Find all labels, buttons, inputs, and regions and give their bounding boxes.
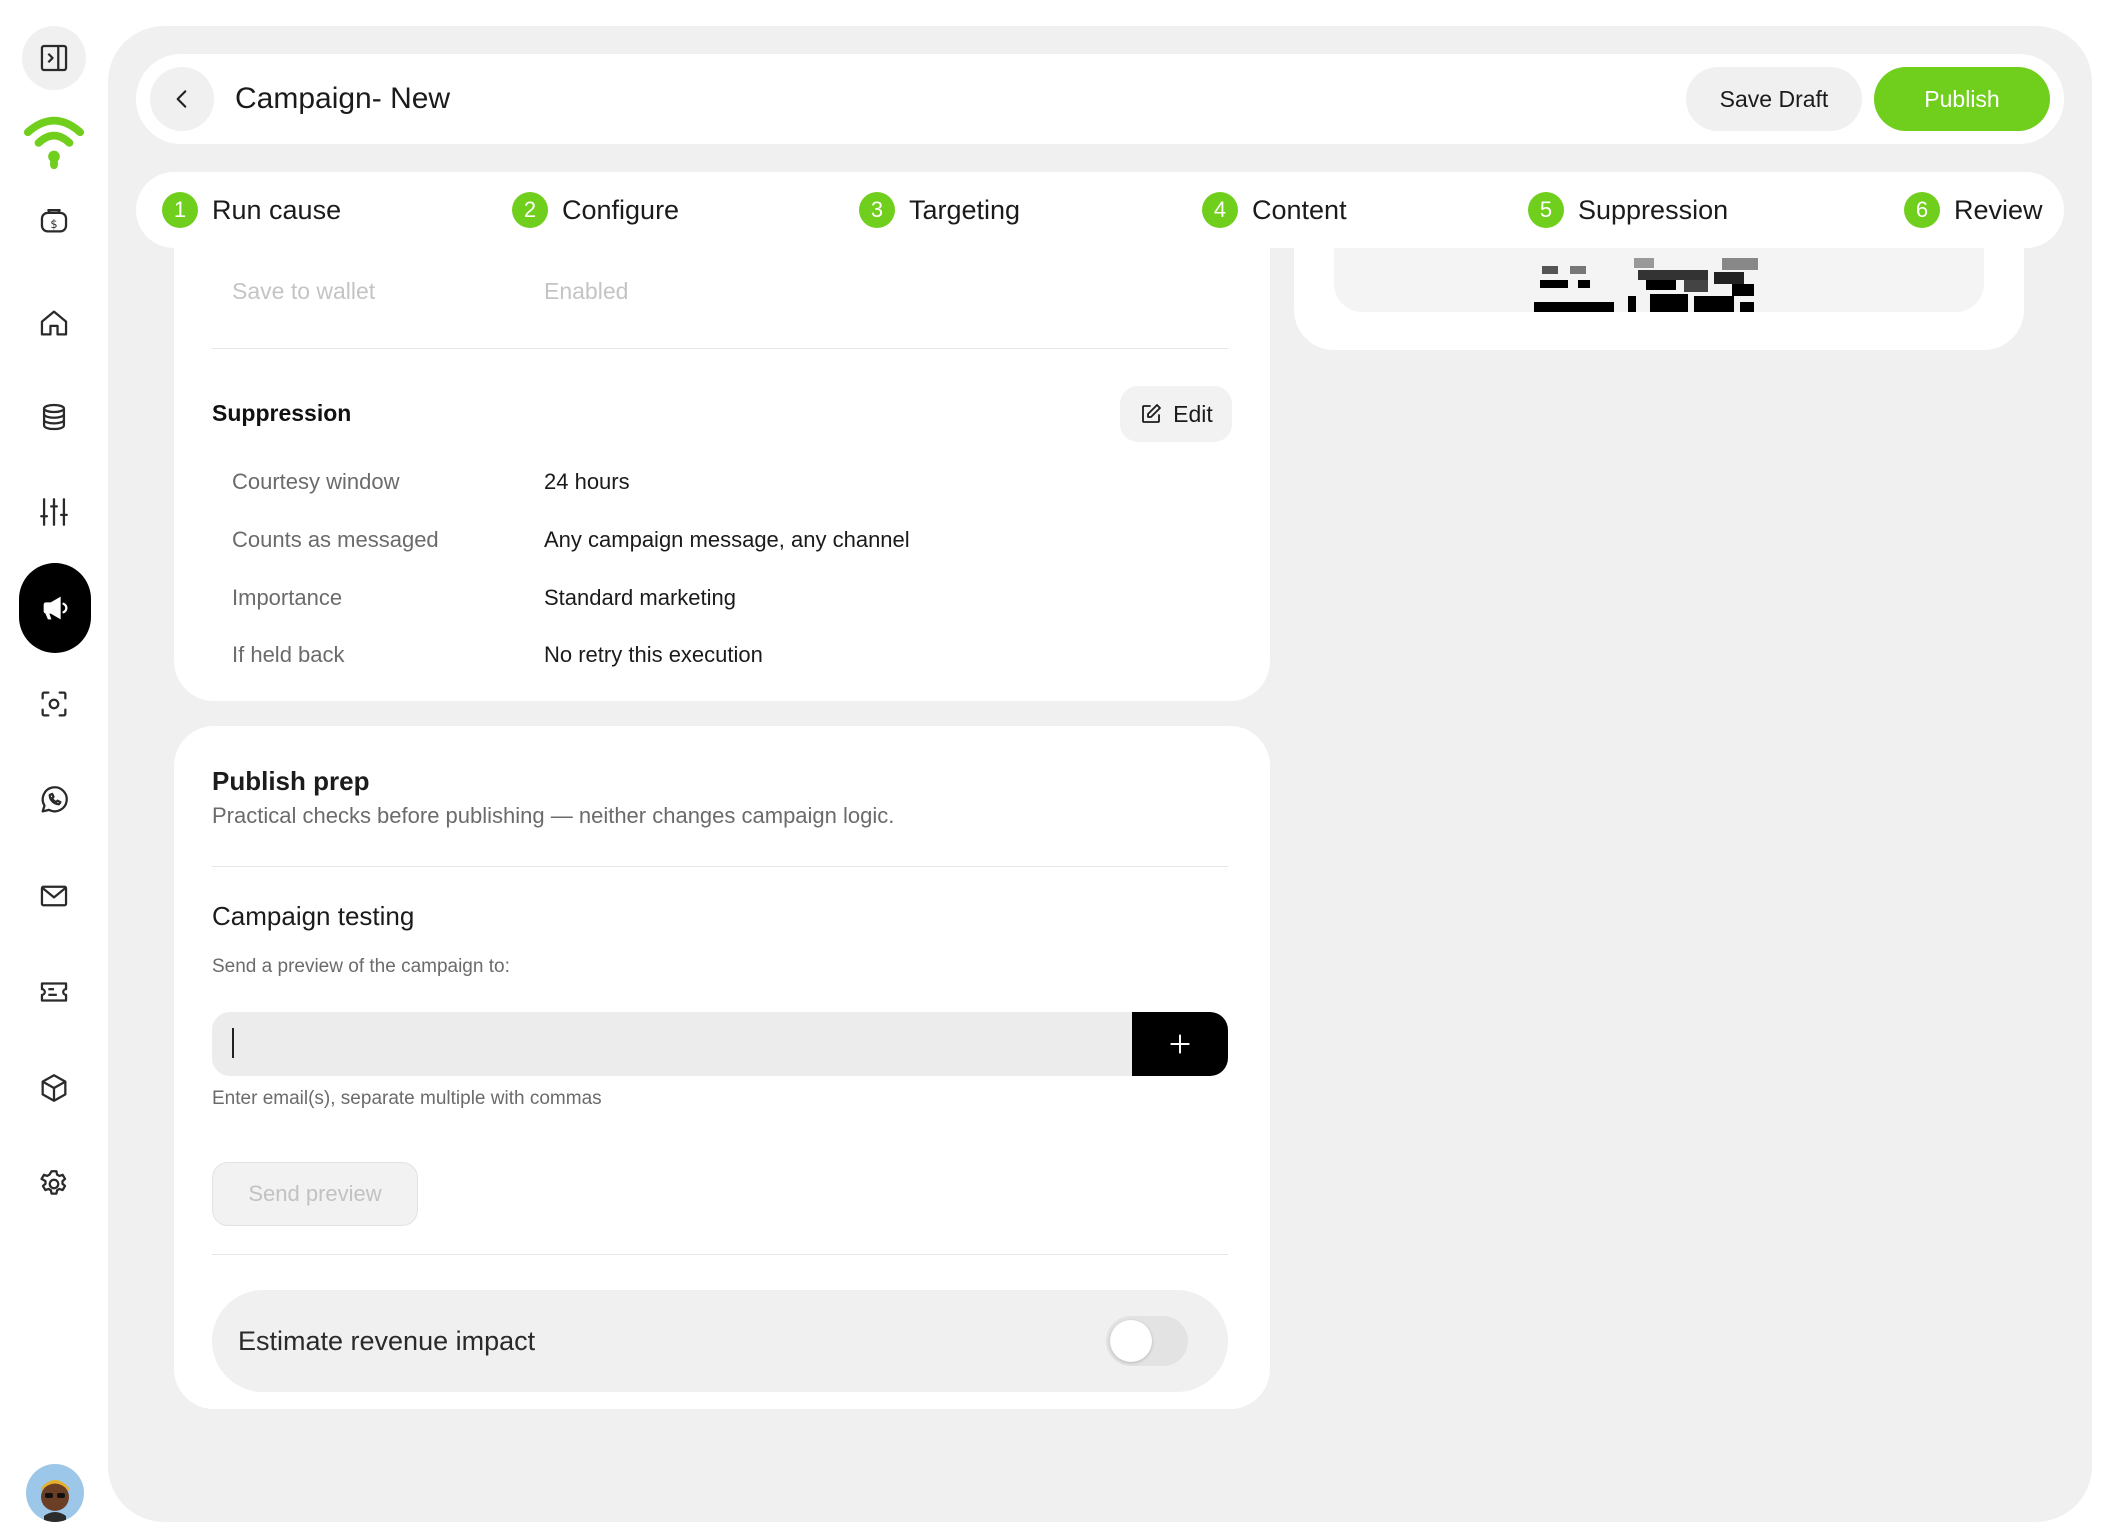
held-back-value: No retry this execution [544,642,763,667]
wallet-row-label: Save to wallet [232,278,376,304]
home-icon[interactable] [22,291,86,355]
campaign-testing-title: Campaign testing [212,901,415,931]
step-number: 6 [1904,192,1940,228]
courtesy-window-label: Courtesy window [232,469,400,494]
plus-icon [1170,1034,1190,1054]
chevron-left-icon [176,90,187,108]
ticket-icon[interactable] [22,960,86,1024]
held-back-label: If held back [232,642,345,667]
counts-as-messaged-label: Counts as messaged [232,527,439,552]
brand-logo[interactable] [22,108,86,172]
main-shell: Campaign- New Save Draft Publish Save to… [108,26,2092,1522]
step-targeting[interactable]: 3 Targeting [859,172,1020,248]
step-configure[interactable]: 2 Configure [512,172,679,248]
edit-icon [1142,404,1162,423]
step-progress: 1 Run cause 2 Configure 3 Targeting 4 Co… [136,172,2064,248]
publish-prep-title: Publish prep [212,766,370,796]
importance-label: Importance [232,585,343,610]
review-card: Save to wallet Enabled Suppression Edit … [174,196,1270,701]
step-label: Configure [562,194,680,225]
step-label: Content [1252,194,1347,225]
database-icon[interactable] [22,385,86,449]
step-number: 3 [859,192,895,228]
panel-toggle-icon[interactable] [22,26,86,90]
back-button[interactable] [150,67,214,131]
text-caret [232,1028,234,1058]
toggle-knob [1110,1320,1152,1362]
divider [212,1254,1228,1255]
publish-prep-subtitle: Practical checks before publishing — nei… [212,803,895,828]
email-input-help: Enter email(s), separate multiple with c… [212,1088,602,1109]
svg-text:$: $ [50,217,57,231]
step-review[interactable]: 6 Review [1904,172,2043,248]
step-number: 1 [162,192,198,228]
revenue-impact-label: Estimate revenue impact [238,1326,536,1356]
suppression-section-title: Suppression [212,400,352,426]
page-title: Campaign- New [235,82,451,115]
step-number: 5 [1528,192,1564,228]
whatsapp-icon[interactable] [22,768,86,832]
preview-email-input[interactable] [212,1012,1132,1076]
counts-as-messaged-value: Any campaign message, any channel [544,527,910,552]
revenue-impact-row: Estimate revenue impact [212,1290,1228,1392]
step-content[interactable]: 4 Content [1202,172,1347,248]
divider [212,348,1228,349]
step-label: Suppression [1578,194,1729,225]
step-number: 2 [512,192,548,228]
save-draft-button[interactable]: Save Draft [1686,67,1862,131]
step-suppression[interactable]: 5 Suppression [1528,172,1728,248]
divider [212,866,1228,867]
megaphone-icon[interactable] [19,563,91,653]
step-label: Run cause [212,194,342,225]
wallet-row-value: Enabled [544,278,629,304]
campaign-testing-hint: Send a preview of the campaign to: [212,956,510,977]
step-number: 4 [1202,192,1238,228]
revenue-impact-toggle[interactable] [1106,1316,1188,1366]
wallet-icon[interactable]: $ [22,188,86,252]
edit-suppression-button[interactable]: Edit [1120,386,1232,442]
avatar[interactable] [26,1464,84,1522]
send-preview-button[interactable]: Send preview [212,1162,418,1226]
importance-value: Standard marketing [544,585,736,610]
scan-icon[interactable] [22,672,86,736]
publish-prep-card: Publish prep Practical checks before pub… [174,726,1270,1409]
sidebar: $ [0,0,108,1540]
box-icon[interactable] [22,1056,86,1120]
sliders-icon[interactable] [22,480,86,544]
publish-button[interactable]: Publish [1874,67,2050,131]
step-label: Review [1954,194,2043,225]
edit-label: Edit [1173,400,1213,427]
step-label: Targeting [909,194,1021,225]
add-email-button[interactable] [1132,1012,1228,1076]
courtesy-window-value: 24 hours [544,469,630,494]
header-bar: Campaign- New Save Draft Publish [136,54,2064,144]
settings-icon[interactable] [22,1152,86,1216]
mail-icon[interactable] [22,864,86,928]
step-run-cause[interactable]: 1 Run cause [162,172,341,248]
